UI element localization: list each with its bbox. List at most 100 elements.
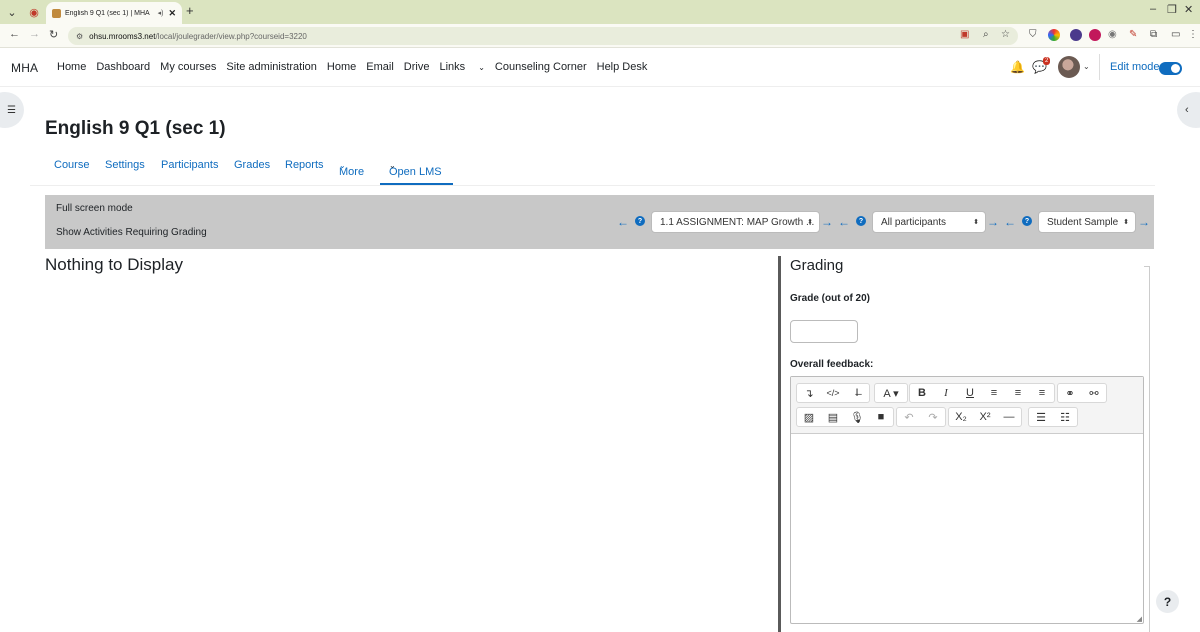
pdf-icon[interactable]: ▣ [960,29,969,40]
redo-icon[interactable]: ↷ [921,408,945,426]
next-group-arrow-icon[interactable]: → [987,215,999,229]
subscript-icon[interactable]: X₂ [949,408,973,426]
undo-icon[interactable]: ↶ [897,408,921,426]
grader-toolbar: Full screen mode Show Activities Requiri… [45,195,1154,249]
text-style-dropdown-icon[interactable]: A ▾ [875,384,907,402]
user-help-icon[interactable]: ? [1022,216,1032,226]
reload-icon[interactable]: ↻ [49,28,58,41]
page-title: English 9 Q1 (sec 1) [45,118,226,139]
group-select[interactable]: All participants ⬍ [872,211,986,233]
user-select[interactable]: Student Sample ⬍ [1038,211,1136,233]
align-center-icon[interactable]: ≡ [1006,384,1030,402]
full-screen-mode-link[interactable]: Full screen mode [56,203,133,214]
show-activities-requiring-grading-link[interactable]: Show Activities Requiring Grading [56,227,207,238]
italic-icon[interactable]: I [934,384,958,402]
url-path: /local/joulegrader/view.php?courseid=322… [155,31,307,41]
extension-person-icon[interactable] [1070,29,1082,41]
new-tab-button[interactable]: + [186,3,194,18]
avatar[interactable] [1058,56,1080,78]
video-icon[interactable]: ■ [869,408,893,426]
nav-dashboard[interactable]: Dashboard [96,61,150,73]
user-menu-chevron-icon[interactable]: ⌄ [1083,62,1090,71]
browser-tab[interactable]: English 9 Q1 (sec 1) | MHA ◂) ✕ [46,2,182,24]
zoom-icon[interactable]: ⌕ [983,29,989,40]
group-help-icon[interactable]: ? [856,216,866,226]
bookmark-star-icon[interactable]: ☆ [1001,29,1010,40]
nav-counseling-corner[interactable]: Counseling Corner [495,61,587,73]
extensions-puzzle-icon[interactable]: ⧉ [1150,29,1157,40]
back-icon[interactable]: ← [9,28,20,40]
nav-my-courses[interactable]: My courses [160,61,216,73]
course-index-drawer-toggle[interactable]: ☰ [0,92,24,128]
forward-icon[interactable]: → [29,28,40,40]
superscript-icon[interactable]: X² [973,408,997,426]
align-right-icon[interactable]: ≡ [1030,384,1054,402]
nav-site-administration[interactable]: Site administration [226,61,317,73]
toolbar-group: ☰ ☷ [1028,407,1078,427]
primary-navigation: Home Dashboard My courses Site administr… [57,61,657,73]
bullet-list-icon[interactable]: ☰ [1029,408,1053,426]
grade-input[interactable] [790,320,858,343]
nav-email[interactable]: Email [366,61,394,73]
previous-group-arrow-icon[interactable]: ← [838,215,850,229]
activity-select[interactable]: 1.1 ASSIGNMENT: MAP Growth ... ⬍ [651,211,820,233]
tab-participants[interactable]: Participants [161,159,218,171]
underline-icon[interactable]: U [958,384,982,402]
nav-home-2[interactable]: Home [327,61,356,73]
tab-close-icon[interactable]: ✕ [168,8,176,19]
link-icon[interactable]: ⚭ [1058,384,1082,402]
horizontal-rule-icon[interactable]: — [997,408,1021,426]
align-left-icon[interactable]: ≡ [982,384,1006,402]
edit-mode-toggle[interactable] [1159,62,1182,75]
nav-help-desk[interactable]: Help Desk [597,61,648,73]
resize-grip-icon[interactable]: ◢ [1137,615,1142,623]
extension-pen-icon[interactable]: ✎ [1129,29,1137,40]
unlink-icon[interactable]: ⚯ [1082,384,1106,402]
split-view-icon[interactable]: ▭ [1171,29,1180,40]
extension-pink-icon[interactable] [1089,29,1101,41]
nav-home[interactable]: Home [57,61,86,73]
url-field[interactable]: ⚙ ohsu.mrooms3.net/local/joulegrader/vie… [68,27,1018,45]
site-brand[interactable]: MHA [11,61,38,75]
html-source-icon[interactable]: </> [821,384,845,402]
tab-settings[interactable]: Settings [105,159,145,171]
shield-icon[interactable]: ⛉ [1029,29,1037,40]
nav-drive[interactable]: Drive [404,61,430,73]
extension-color-icon[interactable] [1048,29,1060,41]
next-user-arrow-icon[interactable]: → [1138,215,1150,229]
next-activity-arrow-icon[interactable]: → [821,215,833,229]
tab-grades[interactable]: Grades [234,159,270,171]
close-window-icon[interactable]: ✕ [1184,3,1193,16]
collapse-toolbar-icon[interactable]: ↴ [797,384,821,402]
block-drawer-toggle[interactable]: ‹ [1177,92,1200,128]
bold-icon[interactable]: B [910,384,934,402]
tab-open-lms[interactable]: Open LMS ⌄ [389,159,442,178]
help-button[interactable]: ? [1156,590,1179,613]
secondary-navigation: Course Settings Participants Grades Repo… [30,152,1155,186]
restore-icon[interactable]: ❐ [1167,3,1177,16]
microphone-icon[interactable]: 🎙 [845,408,869,426]
feedback-text-area[interactable] [791,435,1143,623]
browser-menu-icon[interactable]: ⋮ [1188,29,1198,40]
previous-user-arrow-icon[interactable]: ← [1004,215,1016,229]
panel-resize-handle[interactable] [778,256,781,632]
tab-course[interactable]: Course [54,159,89,171]
record-icon[interactable]: ◉ [25,3,43,21]
extension-eye-icon[interactable]: ◉ [1108,29,1117,40]
previous-activity-arrow-icon[interactable]: ← [617,215,629,229]
notifications-bell-icon[interactable]: 🔔 [1010,60,1025,74]
tab-more[interactable]: More ⌄ [339,159,364,178]
image-icon[interactable]: ▨ [797,408,821,426]
minimize-icon[interactable]: – [1150,3,1156,15]
tab-search-icon[interactable]: ⌄ [3,3,21,21]
clear-formatting-icon[interactable]: I̶ [845,384,869,402]
numbered-list-icon[interactable]: ☷ [1053,408,1077,426]
activity-help-icon[interactable]: ? [635,216,645,226]
speaker-icon[interactable]: ◂) [158,9,164,17]
file-icon[interactable]: ▤ [821,408,845,426]
tab-reports[interactable]: Reports [285,159,324,171]
site-info-icon[interactable]: ⚙ [76,32,83,41]
chevron-down-icon: ⌄ [478,63,485,72]
toolbar-group: A ▾ [874,383,908,403]
nav-links[interactable]: Links ⌄ [439,61,484,73]
